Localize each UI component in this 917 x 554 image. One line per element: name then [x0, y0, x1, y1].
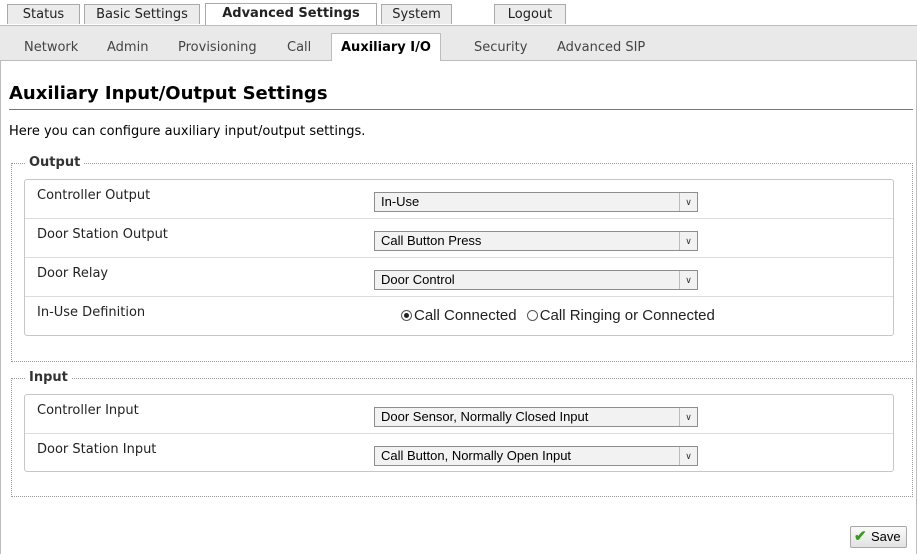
radio-button[interactable]: [401, 310, 412, 321]
tab-logout[interactable]: Logout: [494, 4, 566, 24]
tab-system[interactable]: System: [381, 4, 452, 24]
select-value: Door Sensor, Normally Closed Input: [381, 409, 589, 424]
radio-option-call-ringing-or-connected[interactable]: Call Ringing or Connected: [526, 307, 715, 324]
row-controller-output: Controller Output In-Use ∨: [25, 180, 893, 219]
controller-output-select[interactable]: In-Use ∨: [374, 192, 698, 212]
row-label: Door Relay: [37, 266, 109, 281]
save-button[interactable]: ✔ Save: [850, 526, 907, 548]
subtab-provisioning[interactable]: Provisioning: [178, 37, 257, 59]
subtab-network[interactable]: Network: [24, 37, 78, 59]
input-legend: Input: [25, 370, 72, 386]
output-group: Output Controller Output In-Use ∨ Door S…: [11, 155, 913, 362]
chevron-down-icon: ∨: [679, 193, 697, 211]
select-value: In-Use: [381, 194, 420, 209]
top-nav: Status Basic Settings Advanced Settings …: [0, 0, 917, 25]
row-in-use-definition: In-Use Definition Call Connected Call Ri…: [25, 297, 893, 336]
input-group: Input Controller Input Door Sensor, Norm…: [11, 370, 913, 497]
chevron-down-icon: ∨: [679, 408, 697, 426]
door-station-output-select[interactable]: Call Button Press ∨: [374, 231, 698, 251]
save-label: Save: [871, 529, 901, 544]
subtab-advanced-sip[interactable]: Advanced SIP: [557, 37, 645, 59]
door-relay-select[interactable]: Door Control ∨: [374, 270, 698, 290]
subtab-security[interactable]: Security: [474, 37, 527, 59]
page-border-left: [0, 61, 1, 554]
sub-nav: Network Admin Provisioning Call Auxiliar…: [0, 25, 917, 61]
page-intro: Here you can configure auxiliary input/o…: [9, 124, 366, 139]
controller-input-select[interactable]: Door Sensor, Normally Closed Input ∨: [374, 407, 698, 427]
select-value: Door Control: [381, 272, 455, 287]
input-table: Controller Input Door Sensor, Normally C…: [24, 394, 894, 472]
row-label: Door Station Output: [37, 227, 168, 242]
radio-option-call-connected[interactable]: Call Connected: [401, 307, 517, 324]
checkmark-icon: ✔: [854, 528, 867, 545]
row-label: Controller Output: [37, 188, 151, 203]
in-use-radio-group: Call Connected Call Ringing or Connected: [401, 307, 721, 324]
chevron-down-icon: ∨: [679, 447, 697, 465]
row-controller-input: Controller Input Door Sensor, Normally C…: [25, 395, 893, 434]
radio-button[interactable]: [526, 310, 538, 321]
subtab-admin[interactable]: Admin: [107, 37, 148, 59]
output-table: Controller Output In-Use ∨ Door Station …: [24, 179, 894, 336]
select-value: Call Button Press: [381, 233, 482, 248]
tab-advanced-settings[interactable]: Advanced Settings: [205, 3, 377, 25]
radio-label: Call Ringing or Connected: [539, 307, 715, 324]
title-divider: [9, 109, 913, 110]
row-label: Door Station Input: [37, 442, 157, 457]
row-door-station-input: Door Station Input Call Button, Normally…: [25, 434, 893, 473]
output-legend: Output: [25, 155, 85, 171]
chevron-down-icon: ∨: [679, 271, 697, 289]
row-door-station-output: Door Station Output Call Button Press ∨: [25, 219, 893, 258]
door-station-input-select[interactable]: Call Button, Normally Open Input ∨: [374, 446, 698, 466]
row-label: Controller Input: [37, 403, 139, 418]
row-label: In-Use Definition: [37, 305, 146, 320]
subtab-call[interactable]: Call: [287, 37, 311, 59]
row-door-relay: Door Relay Door Control ∨: [25, 258, 893, 297]
page-title: Auxiliary Input/Output Settings: [9, 83, 328, 104]
tab-status[interactable]: Status: [7, 4, 80, 24]
radio-label: Call Connected: [414, 307, 517, 324]
select-value: Call Button, Normally Open Input: [381, 448, 572, 463]
chevron-down-icon: ∨: [679, 232, 697, 250]
tab-basic-settings[interactable]: Basic Settings: [84, 4, 200, 24]
subtab-auxiliary-io[interactable]: Auxiliary I/O: [331, 33, 441, 61]
